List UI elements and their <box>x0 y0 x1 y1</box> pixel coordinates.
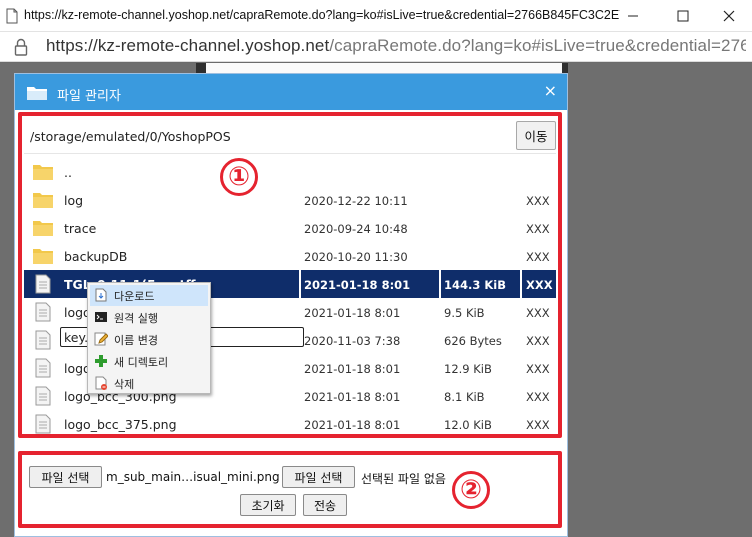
minimize-button[interactable] <box>610 2 656 30</box>
chosen-file-name-1: m_sub_main…isual_mini.png <box>106 470 280 484</box>
file-permission: XXX <box>526 390 550 404</box>
dialog-title: 파일 관리자 <box>57 89 121 104</box>
file-date: 2020-11-03 7:38 <box>304 334 401 348</box>
file-row[interactable]: backupDB 2020-10-20 11:30 XXX <box>24 242 556 270</box>
path-row: /storage/emulated/0/YoshopPOS 이동 <box>24 118 556 154</box>
file-size: 144.3 KiB <box>444 278 506 292</box>
file-icon <box>35 386 51 406</box>
send-button[interactable]: 전송 <box>303 494 347 516</box>
file-row[interactable]: logo_bcc_375.png 2021-01-18 8:01 12.0 Ki… <box>24 410 556 438</box>
file-size: 9.5 KiB <box>444 306 485 320</box>
file-size: 12.0 KiB <box>444 418 492 432</box>
file-name: logo_bcc_375.png <box>64 417 177 432</box>
menu-item-label: 다운로드 <box>114 290 155 303</box>
address-bar[interactable]: https://kz-remote-channel.yoshop.net/cap… <box>0 32 752 62</box>
annotation-badge-2: ② <box>452 471 490 509</box>
file-row-parent[interactable]: .. <box>24 158 556 186</box>
menu-item-delete[interactable]: 삭제 <box>90 373 208 394</box>
menu-item-rename[interactable]: 이름 변경 <box>90 329 208 350</box>
url-host: https://kz-remote-channel.yoshop.net <box>46 36 330 55</box>
chosen-file-name-2: 선택된 파일 없음 <box>361 472 446 486</box>
terminal-icon <box>95 312 107 322</box>
current-path: /storage/emulated/0/YoshopPOS <box>30 129 231 144</box>
window-title-bar: https://kz-remote-channel.yoshop.net/cap… <box>0 0 752 32</box>
file-date: 2020-10-20 11:30 <box>304 250 408 264</box>
annotation-badge-1: ① <box>220 158 258 196</box>
file-name: trace <box>64 221 97 236</box>
upload-panel: 파일 선택 m_sub_main…isual_mini.png 파일 선택 선택… <box>18 451 562 528</box>
file-permission: XXX <box>526 418 550 432</box>
file-date: 2021-01-18 8:01 <box>304 278 411 292</box>
rename-icon <box>94 332 108 346</box>
download-icon <box>95 288 107 302</box>
file-permission: XXX <box>526 334 550 348</box>
file-date: 2021-01-18 8:01 <box>304 390 401 404</box>
folder-icon <box>33 193 53 208</box>
file-name: .. <box>64 165 72 180</box>
window-title: https://kz-remote-channel.yoshop.net/cap… <box>24 8 620 22</box>
folder-icon <box>33 249 53 264</box>
lock-icon <box>14 38 28 56</box>
file-date: 2021-01-18 8:01 <box>304 362 401 376</box>
file-permission: XXX <box>526 194 550 208</box>
file-row[interactable]: log 2020-12-22 10:11 XXX <box>24 186 556 214</box>
file-size: 8.1 KiB <box>444 390 485 404</box>
file-date: 2021-01-18 8:01 <box>304 306 401 320</box>
file-icon <box>35 302 51 322</box>
file-name: backupDB <box>64 249 128 264</box>
file-date: 2020-09-24 10:48 <box>304 222 408 236</box>
minimize-icon <box>628 15 638 17</box>
page-icon <box>6 8 18 24</box>
menu-item-label: 새 디렉토리 <box>114 356 169 369</box>
menu-item-new-directory[interactable]: 새 디렉토리 <box>90 351 208 372</box>
file-icon <box>35 358 51 378</box>
file-date: 2020-12-22 10:11 <box>304 194 408 208</box>
file-row[interactable]: trace 2020-09-24 10:48 XXX <box>24 214 556 242</box>
file-permission: XXX <box>526 222 550 236</box>
dialog-close-button[interactable]: × <box>544 81 557 100</box>
menu-item-label: 이름 변경 <box>114 334 158 347</box>
file-icon <box>35 414 51 434</box>
column-divider <box>520 270 522 298</box>
choose-file-button-1[interactable]: 파일 선택 <box>29 466 102 488</box>
delete-icon <box>95 376 107 390</box>
folder-icon <box>27 87 47 100</box>
column-divider <box>299 270 301 298</box>
file-permission: XXX <box>526 362 550 376</box>
move-button[interactable]: 이동 <box>516 121 556 150</box>
file-permission: XXX <box>526 250 550 264</box>
new-folder-icon <box>95 355 107 367</box>
close-window-button[interactable] <box>706 2 752 30</box>
maximize-icon <box>677 10 689 22</box>
file-name: log <box>64 193 84 208</box>
context-menu: 다운로드 원격 실행 이름 변경 새 디렉토리 삭제 <box>87 282 211 394</box>
file-size: 626 Bytes <box>444 334 502 348</box>
folder-icon <box>33 221 53 236</box>
url-text[interactable]: https://kz-remote-channel.yoshop.net/cap… <box>46 36 746 56</box>
reset-button[interactable]: 초기화 <box>240 494 296 516</box>
url-path: /capraRemote.do?lang=ko#isLive=true&cred… <box>329 36 746 55</box>
file-permission: XXX <box>526 278 553 292</box>
file-icon <box>35 330 51 350</box>
menu-item-label: 원격 실행 <box>114 312 158 325</box>
file-permission: XXX <box>526 306 550 320</box>
column-divider <box>439 270 441 298</box>
dialog-header: 파일 관리자 × <box>15 74 567 110</box>
close-icon <box>723 10 735 22</box>
menu-item-remote-run[interactable]: 원격 실행 <box>90 307 208 328</box>
file-icon <box>35 274 51 294</box>
choose-file-button-2[interactable]: 파일 선택 <box>282 466 355 488</box>
menu-item-download[interactable]: 다운로드 <box>90 285 208 306</box>
file-date: 2021-01-18 8:01 <box>304 418 401 432</box>
menu-item-label: 삭제 <box>114 378 135 391</box>
folder-icon <box>33 165 53 180</box>
maximize-button[interactable] <box>660 2 706 30</box>
file-size: 12.9 KiB <box>444 362 492 376</box>
